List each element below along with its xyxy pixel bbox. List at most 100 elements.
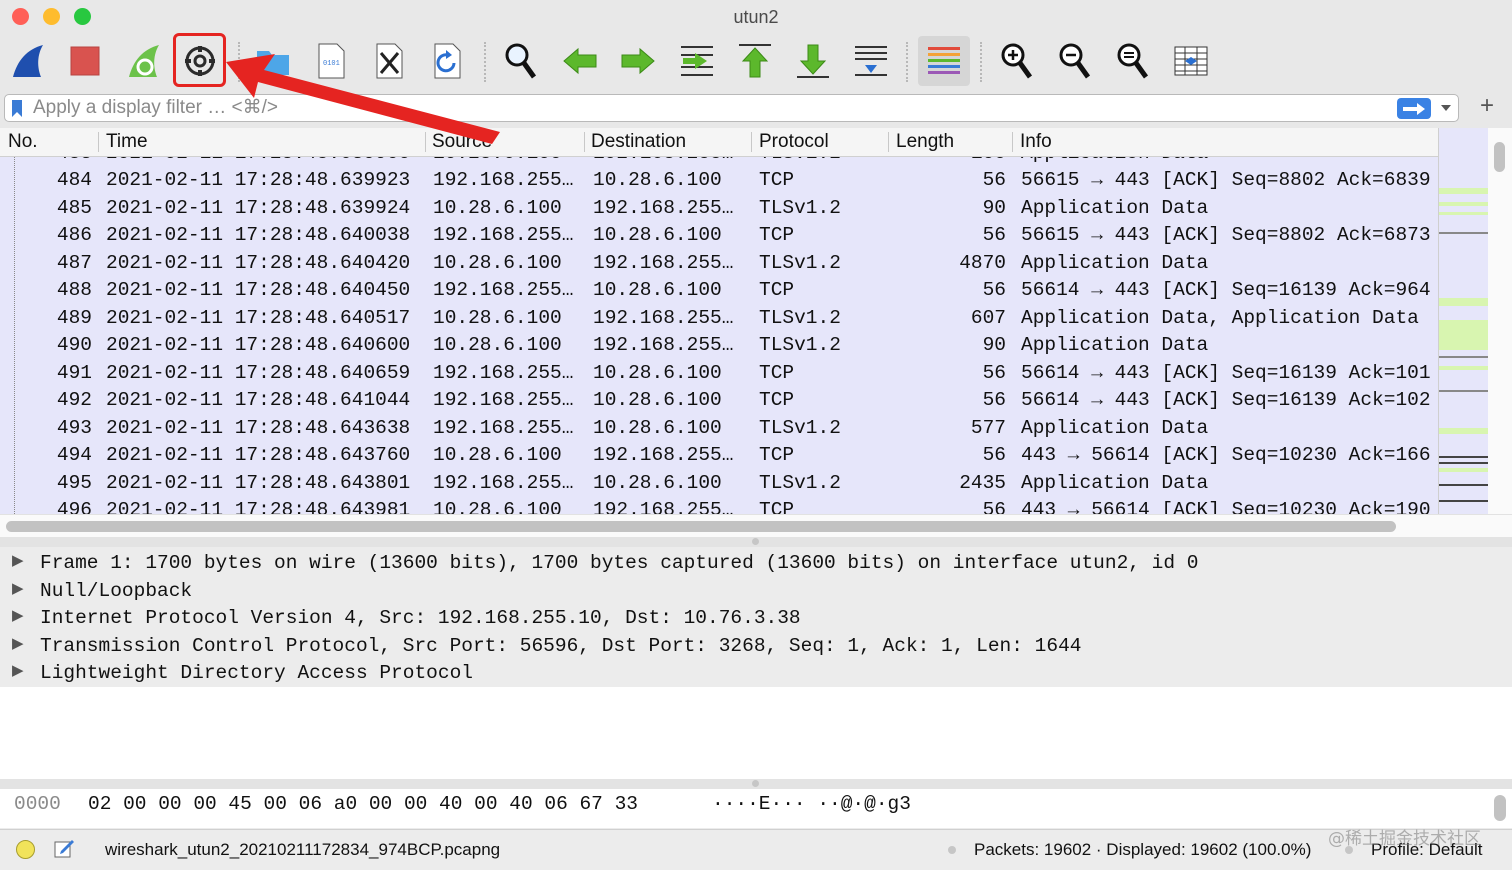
packet-cell-len: 56 xyxy=(982,389,1006,411)
packet-cell-len: 90 xyxy=(982,334,1006,356)
expand-arrow-icon[interactable]: ▶ xyxy=(12,661,24,680)
go-to-packet-icon xyxy=(681,46,713,76)
go-to-packet-button[interactable] xyxy=(674,38,720,84)
packet-cell-src: 10.28.6.100 xyxy=(433,251,562,274)
column-header-no[interactable]: No. xyxy=(8,131,38,153)
packet-cell-dst: 192.168.255… xyxy=(593,444,734,466)
go-forward-arrow-icon xyxy=(621,47,655,75)
detail-row-frame[interactable]: ▶ Frame 1: 1700 bytes on wire (13600 bits… xyxy=(0,549,1512,577)
packet-cell-time: 2021-02-11 17:28:48.640517 xyxy=(106,306,411,329)
zoom-out-button[interactable] xyxy=(1052,38,1098,84)
first-packet-button[interactable] xyxy=(732,38,778,84)
bytes-hex[interactable]: 02 00 00 00 45 00 06 a0 00 00 40 00 40 0… xyxy=(88,793,638,815)
start-capture-button[interactable] xyxy=(4,38,50,84)
packet-cell-len: 56 xyxy=(982,169,1006,191)
capture-comment-icon[interactable] xyxy=(52,836,76,860)
column-header-source[interactable]: Source xyxy=(432,131,492,153)
last-packet-button[interactable] xyxy=(790,38,836,84)
shark-fin-start-icon xyxy=(13,45,43,77)
packet-row[interactable]: 487 2021-02-11 17:28:48.640420 10.28.6.100… xyxy=(0,248,1438,276)
packet-row[interactable]: 492 2021-02-11 17:28:48.641044 192.168.255… xyxy=(0,386,1438,414)
expand-arrow-icon[interactable]: ▶ xyxy=(12,579,24,598)
expand-arrow-icon[interactable]: ▶ xyxy=(12,606,24,625)
packet-row[interactable]: 495 2021-02-11 17:28:48.643801 192.168.255… xyxy=(0,468,1438,496)
column-header-info[interactable]: Info xyxy=(1020,131,1052,153)
detail-row-ldap[interactable]: ▶ Lightweight Directory Access Protocol xyxy=(0,659,1512,687)
bytes-offset: 0000 xyxy=(14,793,61,815)
packet-cell-src: 192.168.255… xyxy=(433,169,574,191)
resize-columns-icon xyxy=(1174,46,1208,76)
column-header-time[interactable]: Time xyxy=(106,131,148,153)
resize-columns-button[interactable] xyxy=(1168,38,1214,84)
packet-row[interactable]: 494 2021-02-11 17:28:48.643760 10.28.6.100… xyxy=(0,441,1438,469)
bytes-ascii[interactable]: ····E··· ··@·@·g3 xyxy=(712,793,911,815)
colorize-button[interactable] xyxy=(918,36,970,86)
reload-file-button[interactable] xyxy=(424,38,470,84)
close-file-button[interactable] xyxy=(366,38,412,84)
packet-row[interactable]: 484 2021-02-11 17:28:48.639923 192.168.255… xyxy=(0,166,1438,194)
packet-cell-info: 56614 → 443 [ACK] Seq=16139 Ack=102 xyxy=(1021,389,1431,411)
packet-cell-proto: TCP xyxy=(759,444,795,466)
packet-cell-dst: 10.28.6.100 xyxy=(593,471,722,494)
packet-row[interactable]: 485 2021-02-11 17:28:48.639924 10.28.6.100… xyxy=(0,193,1438,221)
packet-row[interactable]: 488 2021-02-11 17:28:48.640450 192.168.255… xyxy=(0,276,1438,304)
zoom-in-button[interactable] xyxy=(994,38,1040,84)
packet-list-vscroll-thumb[interactable] xyxy=(1494,142,1505,172)
packet-list-vscroll[interactable] xyxy=(1488,128,1512,514)
expert-info-icon[interactable] xyxy=(16,840,35,859)
packet-cell-len: 607 xyxy=(970,306,1006,329)
packet-cell-proto: TCP xyxy=(759,224,795,246)
bytes-vscroll-thumb[interactable] xyxy=(1494,795,1506,821)
find-packet-button[interactable] xyxy=(498,38,544,84)
expand-arrow-icon[interactable]: ▶ xyxy=(12,551,24,570)
display-filter-bar: + xyxy=(0,92,1512,128)
packet-cell-src: 10.28.6.100 xyxy=(433,196,562,219)
packet-cell-info: Application Data xyxy=(1021,416,1209,439)
packet-list-hscroll[interactable] xyxy=(0,514,1512,537)
open-folder-icon xyxy=(257,51,289,75)
highlight-box xyxy=(173,33,226,87)
packet-cell-proto: TCP xyxy=(759,389,795,411)
packet-minimap[interactable] xyxy=(1438,128,1489,514)
add-filter-button[interactable]: + xyxy=(1476,92,1498,122)
open-file-button[interactable] xyxy=(250,38,296,84)
packet-row[interactable]: 496 2021-02-11 17:28:48.643981 10.28.6.100… xyxy=(0,496,1438,514)
packet-cell-proto: TCP xyxy=(759,499,795,514)
detail-row-ipv4[interactable]: ▶ Internet Protocol Version 4, Src: 192.1… xyxy=(0,604,1512,632)
stop-capture-button[interactable] xyxy=(62,38,108,84)
go-forward-button[interactable] xyxy=(615,38,661,84)
packet-cell-len: 56 xyxy=(982,224,1006,246)
main-toolbar: 0101 xyxy=(0,34,1512,92)
packet-row[interactable]: 491 2021-02-11 17:28:48.640659 192.168.255… xyxy=(0,358,1438,386)
detail-row-tcp[interactable]: ▶ Transmission Control Protocol, Src Port… xyxy=(0,632,1512,660)
filter-history-dropdown[interactable] xyxy=(1437,99,1455,117)
packet-cell-proto: TLSv1.2 xyxy=(759,251,841,274)
zoom-reset-button[interactable] xyxy=(1110,38,1156,84)
packet-cell-len: 56 xyxy=(982,279,1006,301)
packet-cell-time: 2021-02-11 17:28:48.640600 xyxy=(106,334,411,356)
packet-row[interactable]: 493 2021-02-11 17:28:48.643638 192.168.255… xyxy=(0,413,1438,441)
save-file-button[interactable]: 0101 xyxy=(308,38,354,84)
detail-row-null-loopback[interactable]: ▶ Null/Loopback xyxy=(0,577,1512,605)
status-separator-dot xyxy=(948,846,956,854)
display-filter-input[interactable] xyxy=(29,96,1377,120)
packet-cell-dst: 10.28.6.100 xyxy=(593,389,722,411)
packet-cell-src: 192.168.255… xyxy=(433,389,574,411)
autoscroll-icon xyxy=(855,46,887,76)
pane-splitter-top[interactable] xyxy=(0,537,1512,547)
packet-list-hscroll-thumb[interactable] xyxy=(6,521,1396,532)
expand-arrow-icon[interactable]: ▶ xyxy=(12,634,24,653)
column-header-length[interactable]: Length xyxy=(896,131,954,153)
restart-capture-button[interactable] xyxy=(120,38,166,84)
packet-row[interactable]: 486 2021-02-11 17:28:48.640038 192.168.255… xyxy=(0,221,1438,249)
autoscroll-button[interactable] xyxy=(848,38,894,84)
packet-cell-src: 192.168.255… xyxy=(433,361,574,384)
packet-row[interactable]: 490 2021-02-11 17:28:48.640600 10.28.6.100… xyxy=(0,331,1438,359)
bookmark-icon[interactable] xyxy=(10,99,24,118)
pane-splitter-bottom[interactable] xyxy=(0,779,1512,789)
packet-row[interactable]: 489 2021-02-11 17:28:48.640517 10.28.6.100… xyxy=(0,303,1438,331)
apply-filter-button[interactable] xyxy=(1397,98,1431,119)
column-header-destination[interactable]: Destination xyxy=(591,131,686,153)
column-header-protocol[interactable]: Protocol xyxy=(759,131,829,153)
go-back-button[interactable] xyxy=(557,38,603,84)
